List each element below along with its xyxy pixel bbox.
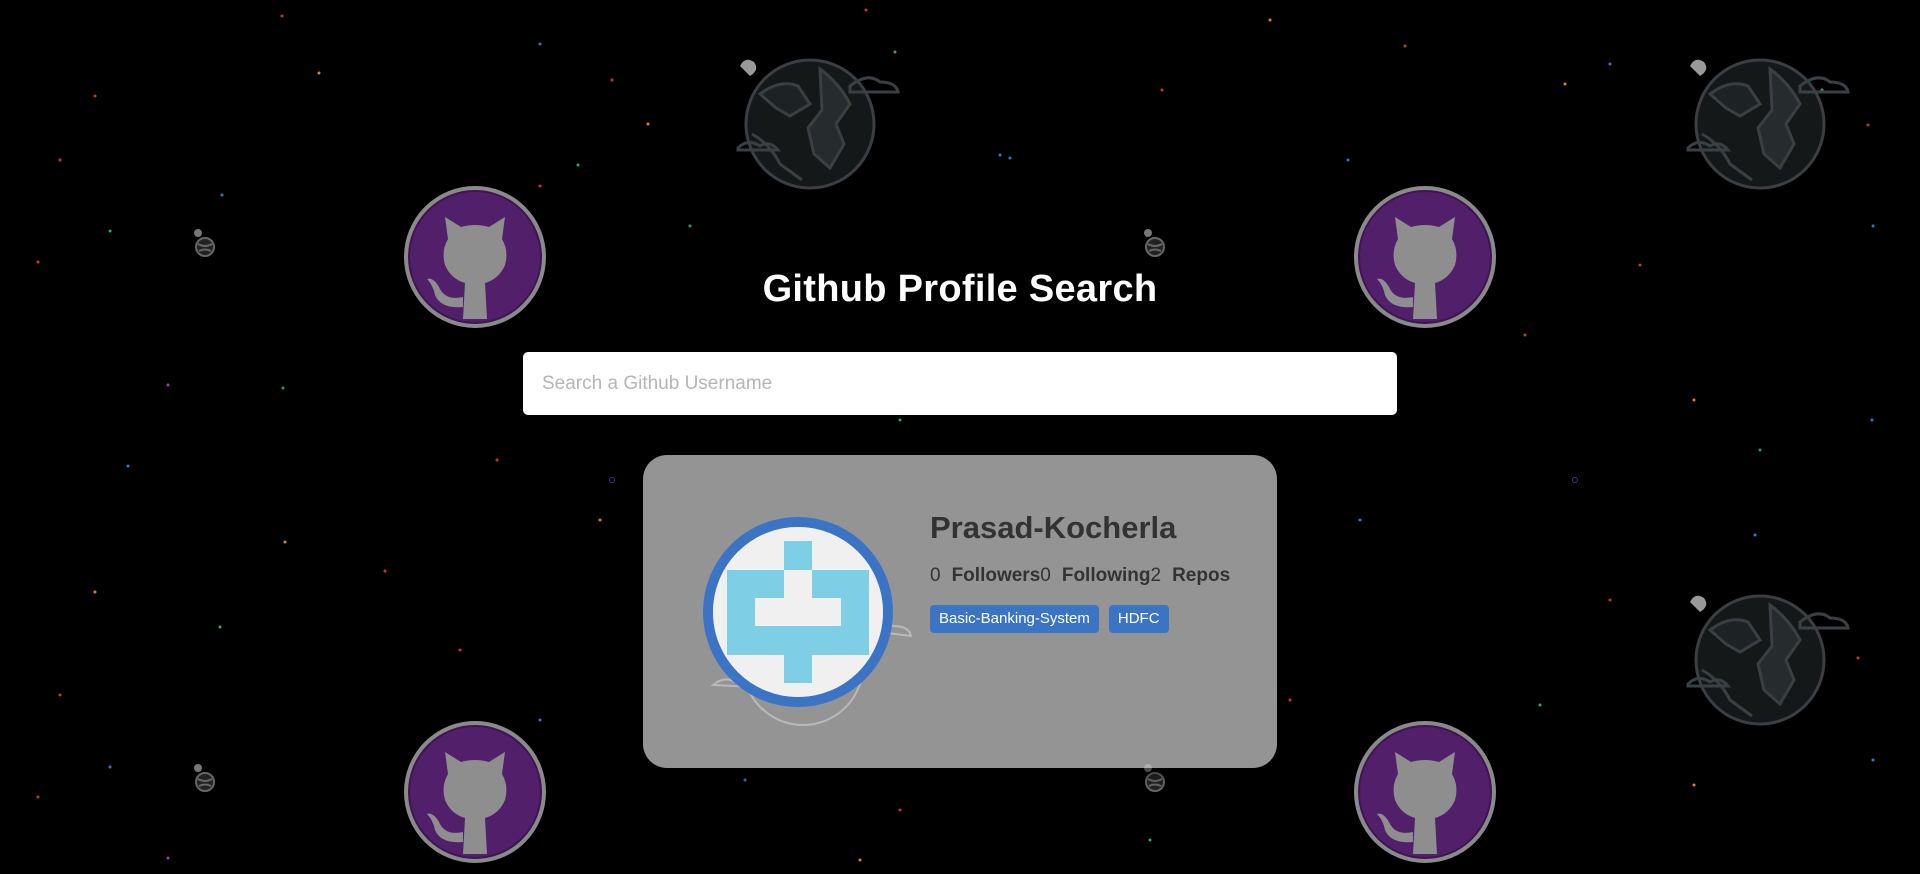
repo-link[interactable]: HDFC — [1108, 605, 1169, 633]
globe-icon — [1686, 58, 1850, 190]
search-form — [523, 352, 1397, 415]
stat-value: 2 — [1150, 565, 1162, 586]
small-planet-icon — [193, 228, 215, 257]
small-planet-icon — [1143, 228, 1165, 257]
small-planet-icon — [1143, 763, 1165, 792]
stat-label: Repos — [1172, 565, 1231, 586]
stat-value: 0 — [930, 565, 941, 586]
octocat-icon — [1354, 721, 1496, 863]
repo-link[interactable]: Basic-Banking-System — [930, 605, 1099, 633]
stat-repos: 2 Repos — [1151, 565, 1231, 587]
stats-list: 0 Followers 0 Following 2 Repos — [930, 565, 1250, 587]
identicon-icon — [713, 527, 883, 697]
globe-icon — [736, 58, 900, 190]
globe-icon — [1686, 594, 1850, 726]
small-planet-icon — [193, 763, 215, 792]
profile-card: Prasad-Kocherla 0 Followers 0 Following … — [643, 455, 1277, 768]
avatar — [703, 517, 893, 707]
octocat-icon — [404, 721, 546, 863]
stat-value: 0 — [1040, 565, 1051, 586]
stat-following: 0 Following — [1040, 565, 1150, 587]
search-input[interactable] — [523, 352, 1397, 415]
stat-label: Following — [1061, 565, 1151, 586]
stat-followers: 0 Followers — [930, 565, 1040, 587]
username: Prasad-Kocherla — [930, 510, 1177, 545]
repo-list: Basic-Banking-System HDFC — [930, 605, 1250, 633]
page-title: Github Profile Search — [762, 268, 1158, 310]
user-info: Prasad-Kocherla 0 Followers 0 Following … — [930, 509, 1250, 633]
stat-label: Followers — [951, 565, 1041, 586]
page: Github Profile Search Search a Github Us… — [0, 0, 1920, 874]
